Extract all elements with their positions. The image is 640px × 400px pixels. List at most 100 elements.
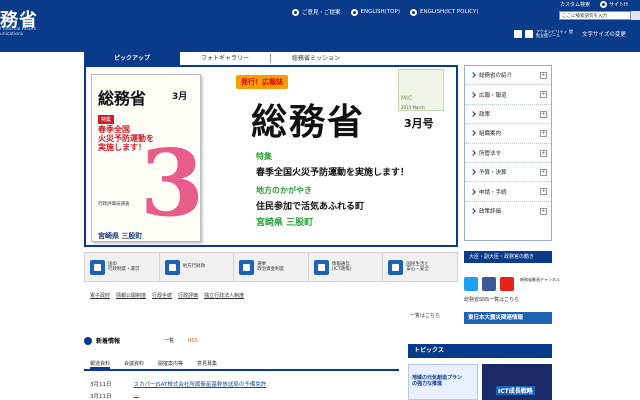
- topic-card-ict[interactable]: ICT成長戦略: [482, 364, 552, 400]
- speaker-icon[interactable]: [514, 30, 522, 38]
- mic-date: 2015 March: [401, 105, 425, 110]
- accessibility-tools: アクセシビリティ 閲覧支援ツール: [514, 30, 574, 38]
- category-administration[interactable]: 国の 行政制度・運営: [85, 253, 160, 281]
- twitter-icon[interactable]: [464, 277, 478, 291]
- link-independent-agency[interactable]: 独立行政法人制度: [204, 292, 244, 299]
- arrow-icon: [470, 130, 476, 137]
- arrow-icon: [470, 188, 476, 195]
- expand-icon[interactable]: +: [540, 149, 547, 157]
- arrow-icon: [470, 72, 476, 79]
- topics-header: トピックス: [408, 344, 552, 358]
- tab-pickup[interactable]: ピックアップ: [84, 52, 180, 65]
- expand-icon[interactable]: +: [540, 130, 547, 138]
- feature-text: 春季全国火災予防運動を実施します！: [256, 168, 410, 178]
- tab-mission[interactable]: 総務省ミッション: [271, 52, 361, 65]
- font-size-label: 文字サイズの変更: [582, 32, 626, 38]
- arrow-icon: [470, 111, 476, 117]
- expand-icon[interactable]: +: [540, 207, 547, 215]
- arrow-icon: [470, 91, 476, 98]
- globe-icon: [313, 259, 329, 275]
- arrow-icon: [470, 208, 476, 215]
- expand-icon[interactable]: +: [540, 110, 547, 118]
- topic-card-local[interactable]: 地域の元気創造プラン の強力な推進: [408, 364, 478, 400]
- nav-item-press[interactable]: 広報・報道 +: [465, 85, 551, 105]
- nav-item-evaluation[interactable]: 政策評価 +: [465, 202, 551, 221]
- expand-icon[interactable]: +: [540, 188, 547, 196]
- arrow-icon: [470, 169, 476, 175]
- sns-icons: 総務省動画チャンネル: [464, 277, 560, 291]
- news-link[interactable]: スカパーJSAT株式会社所属衛星基幹放送局の予備免許: [134, 380, 267, 388]
- rss-link[interactable]: RSS: [188, 338, 198, 344]
- news-tabs: 報道資料 会議資料 開催案内等 意見募集: [84, 360, 217, 369]
- news-row: 3月11日 …: [90, 392, 139, 400]
- tab-public-comment[interactable]: 意見募集: [197, 360, 217, 369]
- local-label: 地方のかがやき: [256, 186, 312, 195]
- circle-arrow-icon: [409, 8, 417, 16]
- youtube-icon[interactable]: [500, 277, 514, 291]
- tab-meeting[interactable]: 会議資料: [124, 360, 144, 369]
- tab-press-release[interactable]: 報道資料: [90, 360, 111, 369]
- reader-icon[interactable]: [525, 30, 533, 38]
- view-all-link[interactable]: 一覧はこちら: [410, 312, 440, 319]
- sitemap-link[interactable]: サイトH: [600, 1, 628, 8]
- expand-icon[interactable]: +: [540, 91, 547, 99]
- expand-icon[interactable]: +: [540, 168, 547, 176]
- pickup-tabs: ピックアップ フォトギャラリー 総務省ミッション: [84, 52, 361, 65]
- link-disclosure[interactable]: 情報公開制度: [116, 292, 146, 299]
- accessibility-tool-link[interactable]: アクセシビリティ 閲覧支援ツール: [536, 30, 574, 38]
- nav-item-laws[interactable]: 所管法令 +: [465, 144, 551, 163]
- mic-label: MIC: [401, 95, 413, 102]
- magazine-big-number: 3: [140, 129, 201, 237]
- feature-label: 特集: [256, 152, 272, 161]
- arrow-icon: [470, 149, 476, 156]
- expand-icon[interactable]: +: [540, 72, 547, 79]
- magazine-line: 行政評価局調査: [98, 202, 130, 207]
- link-procedures[interactable]: 行政手続: [152, 292, 172, 299]
- news-title: 新着情報: [96, 338, 121, 345]
- banner-issue: 3月号: [404, 117, 434, 130]
- news-tabs-underline: [84, 369, 399, 371]
- search-button[interactable]: [631, 11, 640, 20]
- circle-arrow-icon: [292, 8, 299, 16]
- news-view-all[interactable]: 一覧: [164, 337, 174, 344]
- magazine-cover: 総務省 3月 特集 春季全国 火災予防運動を 実施します！ 3 行政評価局調査 …: [91, 74, 201, 242]
- english-top-link[interactable]: ENGLISH(TOP): [350, 8, 400, 16]
- category-safety[interactable]: 国民生活と 安心・安全: [383, 253, 457, 281]
- category-local-finance[interactable]: 地方行財政: [160, 253, 235, 281]
- quick-links: 電子政府 情報公開制度 行政手続 行政評価 独立行政法人制度: [90, 292, 244, 299]
- news-link[interactable]: …: [134, 392, 140, 400]
- nav-item-budget[interactable]: 予算・決算 +: [465, 163, 551, 183]
- news-date: 3月11日: [90, 382, 112, 388]
- local-place: 宮崎県 三股町: [256, 218, 314, 228]
- nav-item-about[interactable]: 総務省の紹介 +: [465, 66, 551, 86]
- local-text: 住民参加で活気あふれる町: [256, 202, 365, 212]
- nav-item-policy[interactable]: 政策 +: [465, 105, 551, 125]
- magazine-cover-month: 3月: [172, 92, 188, 102]
- news-icon: [84, 336, 92, 345]
- minister-activities-link[interactable]: 大臣・副大臣・政務官の動き: [464, 251, 552, 263]
- nav-item-organization[interactable]: 組織案内 +: [465, 124, 551, 144]
- tab-photo-gallery[interactable]: フォトギャラリー: [180, 52, 270, 65]
- main-nav: 総務省の紹介 + 広報・報道 + 政策 + 組織案内 + 所管法令 + 予算・決算 + 申請…: [464, 65, 552, 241]
- top-links: ご意見・ご提案 ENGLISH(TOP) ENGLISH(ICT POLICY): [292, 8, 478, 16]
- facebook-icon[interactable]: [482, 277, 496, 291]
- search-input[interactable]: ここに検索語句を入力: [559, 11, 631, 20]
- pickup-banner[interactable]: 総務省 3月 特集 春季全国 火災予防運動を 実施します！ 3 行政評価局調査 …: [84, 65, 458, 247]
- magazine-cover-title: 総務省: [98, 89, 147, 108]
- english-ict-link[interactable]: ENGLISH(ICT POLICY): [409, 8, 478, 16]
- circle-arrow-icon: [600, 1, 607, 8]
- disaster-info-link[interactable]: 東日本大震災関連情報: [464, 312, 552, 324]
- link-e-government[interactable]: 電子政府: [90, 292, 110, 299]
- circle-arrow-icon: [350, 8, 358, 16]
- category-election[interactable]: 選挙 政治資金制度: [234, 253, 309, 281]
- sns-list-link[interactable]: 総務省SNS一覧はこちら: [464, 296, 519, 303]
- video-channel-label[interactable]: 総務省動画チャンネル: [520, 277, 560, 291]
- building-icon: [90, 259, 105, 275]
- nav-item-procedures[interactable]: 申請・手続 +: [465, 182, 551, 202]
- tab-events[interactable]: 開催案内等: [158, 360, 183, 369]
- category-ict[interactable]: 情報通信 (ICT政策): [309, 253, 384, 281]
- link-evaluation[interactable]: 行政評価: [178, 292, 198, 299]
- feedback-link[interactable]: ご意見・ご提案: [292, 8, 341, 16]
- site-logo-subtitle: f Internal Affairs unications: [0, 27, 37, 37]
- map-icon: [164, 259, 180, 275]
